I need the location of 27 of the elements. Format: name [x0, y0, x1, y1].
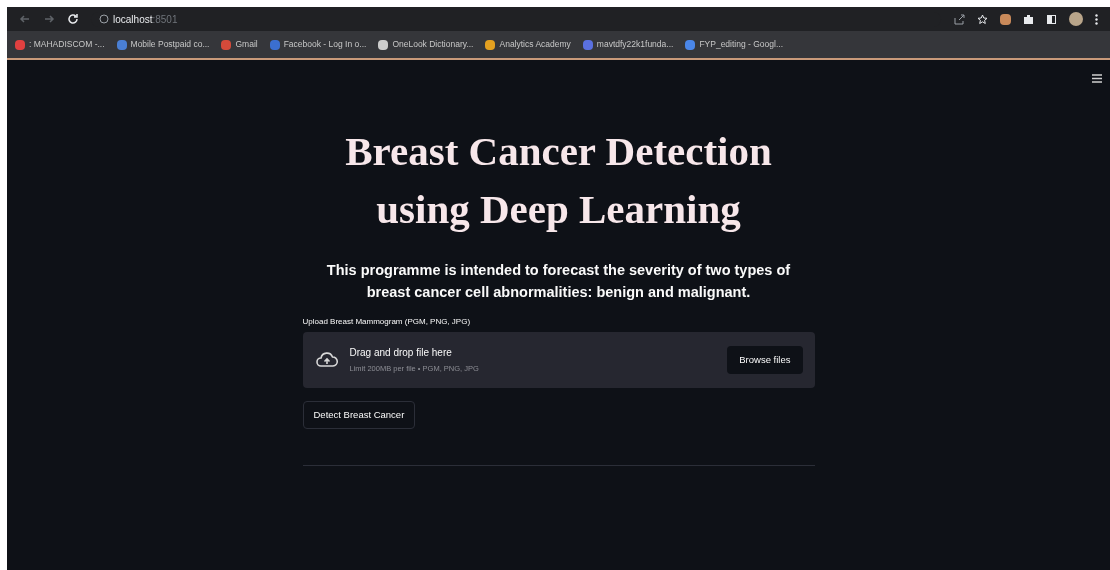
page-title: Breast Cancer Detection using Deep Learning: [344, 127, 773, 234]
description-text: This programme is intended to forecast the severity of two types of breast cancer cell abnormalities: benign and malignant.: [325, 261, 792, 302]
back-icon[interactable]: [19, 13, 31, 25]
star-icon[interactable]: [977, 13, 988, 25]
bookmark-link[interactable]: Mobile Postpaid co...: [130, 38, 210, 51]
bookmark-link[interactable]: : MAHADISCOM -...: [29, 38, 105, 51]
upload-cloud-icon: [314, 351, 339, 369]
reload-icon[interactable]: [67, 13, 79, 25]
extension-icon[interactable]: [1000, 13, 1011, 25]
url-text: localhost:8501: [113, 12, 178, 27]
drop-text: Drag and drop file here: [349, 346, 453, 361]
info-icon: [99, 14, 109, 24]
upload-label: Upload Breast Mammogram (PGM, PNG, JPG): [302, 316, 472, 328]
detect-button[interactable]: Detect Breast Cancer: [302, 401, 416, 430]
menu-icon[interactable]: [1092, 74, 1102, 83]
bookmark-link[interactable]: mavtdfy22k1funda...: [596, 38, 674, 51]
bookmark-link[interactable]: Facebook - Log In o...: [283, 38, 367, 51]
bookmark-link[interactable]: Gmail: [235, 38, 258, 51]
avatar-icon[interactable]: [1069, 12, 1083, 26]
bookmark-link[interactable]: OneLook Dictionary...: [392, 38, 474, 51]
bookmark-link[interactable]: Analytics Academy: [499, 38, 571, 51]
bookmark-link[interactable]: FYP_editing - Googl...: [699, 38, 783, 51]
browse-files-button[interactable]: Browse files: [727, 345, 803, 375]
forward-icon[interactable]: [43, 13, 55, 25]
share-icon[interactable]: [954, 13, 965, 25]
menu-icon[interactable]: [1095, 13, 1098, 25]
sidepanel-icon[interactable]: [1046, 13, 1057, 25]
